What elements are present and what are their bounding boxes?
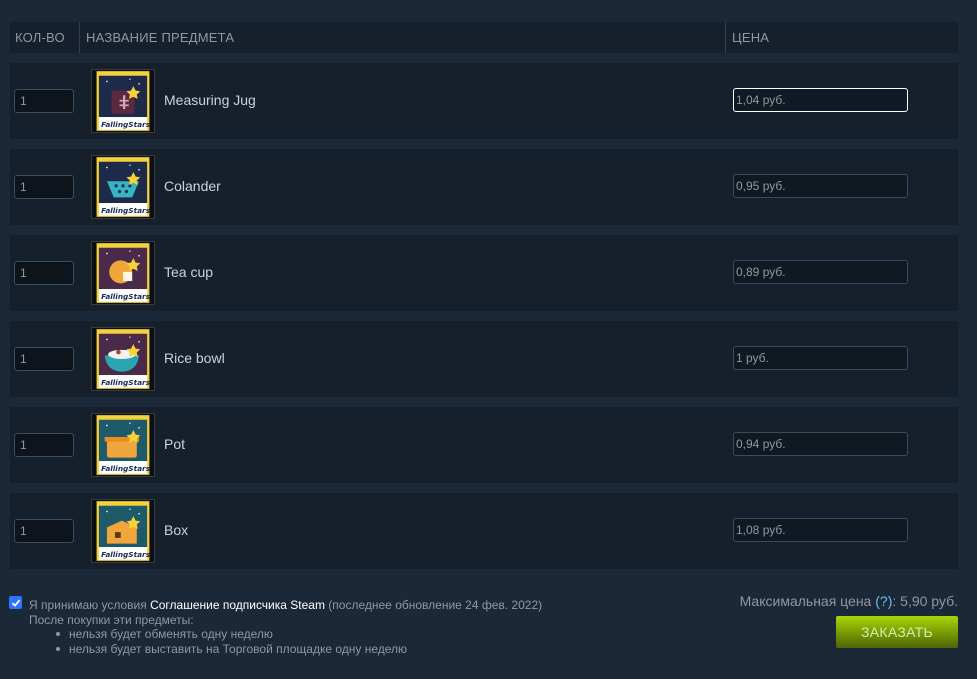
quantity-input[interactable] bbox=[14, 519, 74, 543]
item-name: Pot bbox=[164, 436, 186, 452]
buy-order-page: КОЛ-ВО НАЗВАНИЕ ПРЕДМЕТА ЦЕНА FallingSta… bbox=[0, 0, 977, 679]
svg-text:FallingStars: FallingStars bbox=[101, 206, 150, 215]
item-name: Tea cup bbox=[164, 264, 214, 280]
item-row: FallingStars Box bbox=[10, 493, 958, 569]
item-thumbnail[interactable]: FallingStars bbox=[91, 413, 155, 477]
item-thumbnail[interactable]: FallingStars bbox=[91, 155, 155, 219]
restriction-item: нельзя будет выставить на Торговой площа… bbox=[53, 642, 407, 657]
place-order-button[interactable]: ЗАКАЗАТЬ bbox=[836, 616, 958, 648]
item-thumbnail[interactable]: FallingStars bbox=[91, 69, 155, 133]
svg-text:FallingStars: FallingStars bbox=[101, 464, 150, 473]
header-item-name: НАЗВАНИЕ ПРЕДМЕТА bbox=[80, 22, 726, 53]
item-name: Rice bowl bbox=[164, 350, 225, 366]
header-qty: КОЛ-ВО bbox=[10, 22, 80, 53]
table-header: КОЛ-ВО НАЗВАНИЕ ПРЕДМЕТА ЦЕНА bbox=[10, 22, 958, 53]
agreement-text: Я принимаю условия Соглашение подписчика… bbox=[29, 598, 542, 612]
item-thumbnail[interactable]: FallingStars bbox=[91, 327, 155, 391]
after-purchase-note: После покупки эти предметы: bbox=[29, 613, 194, 627]
quantity-input[interactable] bbox=[14, 347, 74, 371]
price-input[interactable] bbox=[733, 88, 908, 112]
restriction-list: нельзя будет обменять одну неделю нельзя… bbox=[53, 627, 407, 657]
svg-text:FallingStars: FallingStars bbox=[101, 292, 150, 301]
price-input[interactable] bbox=[733, 346, 908, 370]
max-price-help-link[interactable]: (?) bbox=[875, 593, 892, 609]
item-row: FallingStars Pot bbox=[10, 407, 958, 483]
checkmark-icon bbox=[11, 599, 20, 607]
quantity-input[interactable] bbox=[14, 261, 74, 285]
item-name: Box bbox=[164, 522, 189, 538]
item-card-icon: FallingStars bbox=[96, 415, 151, 475]
svg-text:FallingStars: FallingStars bbox=[101, 550, 150, 559]
max-price-value: : 5,90 руб. bbox=[892, 593, 958, 609]
max-price-label: Максимальная цена bbox=[739, 593, 872, 609]
price-input[interactable] bbox=[733, 432, 908, 456]
item-thumbnail[interactable]: FallingStars bbox=[91, 241, 155, 305]
item-card-icon: FallingStars bbox=[96, 329, 151, 389]
item-row: FallingStars Measuring Jug bbox=[10, 63, 958, 139]
item-card-icon: FallingStars bbox=[96, 243, 151, 303]
item-card-icon: FallingStars bbox=[96, 71, 151, 131]
price-input[interactable] bbox=[733, 174, 908, 198]
restriction-item: нельзя будет обменять одну неделю bbox=[53, 627, 407, 642]
quantity-input[interactable] bbox=[14, 89, 74, 113]
price-input[interactable] bbox=[733, 518, 908, 542]
agreement-checkbox[interactable] bbox=[9, 596, 22, 609]
item-row: FallingStars Colander bbox=[10, 149, 958, 225]
quantity-input[interactable] bbox=[14, 433, 74, 457]
price-input[interactable] bbox=[733, 260, 908, 284]
item-row: FallingStars Tea cup bbox=[10, 235, 958, 311]
agreement-prefix: Я принимаю условия bbox=[29, 598, 151, 612]
max-price-summary: Максимальная цена (?): 5,90 руб. bbox=[740, 593, 958, 609]
item-name: Measuring Jug bbox=[164, 92, 256, 108]
subscriber-agreement-link[interactable]: Соглашение подписчика Steam bbox=[150, 598, 325, 612]
quantity-input[interactable] bbox=[14, 175, 74, 199]
svg-text:FallingStars: FallingStars bbox=[101, 378, 150, 387]
item-list: FallingStars Measuring Jug FallingStars … bbox=[10, 63, 958, 579]
item-card-icon: FallingStars bbox=[96, 157, 151, 217]
agreement-suffix: (последнее обновление 24 фев. 2022) bbox=[324, 598, 543, 612]
svg-text:FallingStars: FallingStars bbox=[101, 120, 150, 129]
header-price: ЦЕНА bbox=[732, 30, 770, 45]
item-card-icon: FallingStars bbox=[96, 501, 151, 561]
item-thumbnail[interactable]: FallingStars bbox=[91, 499, 155, 563]
item-name: Colander bbox=[164, 178, 221, 194]
item-row: FallingStars Rice bowl bbox=[10, 321, 958, 397]
